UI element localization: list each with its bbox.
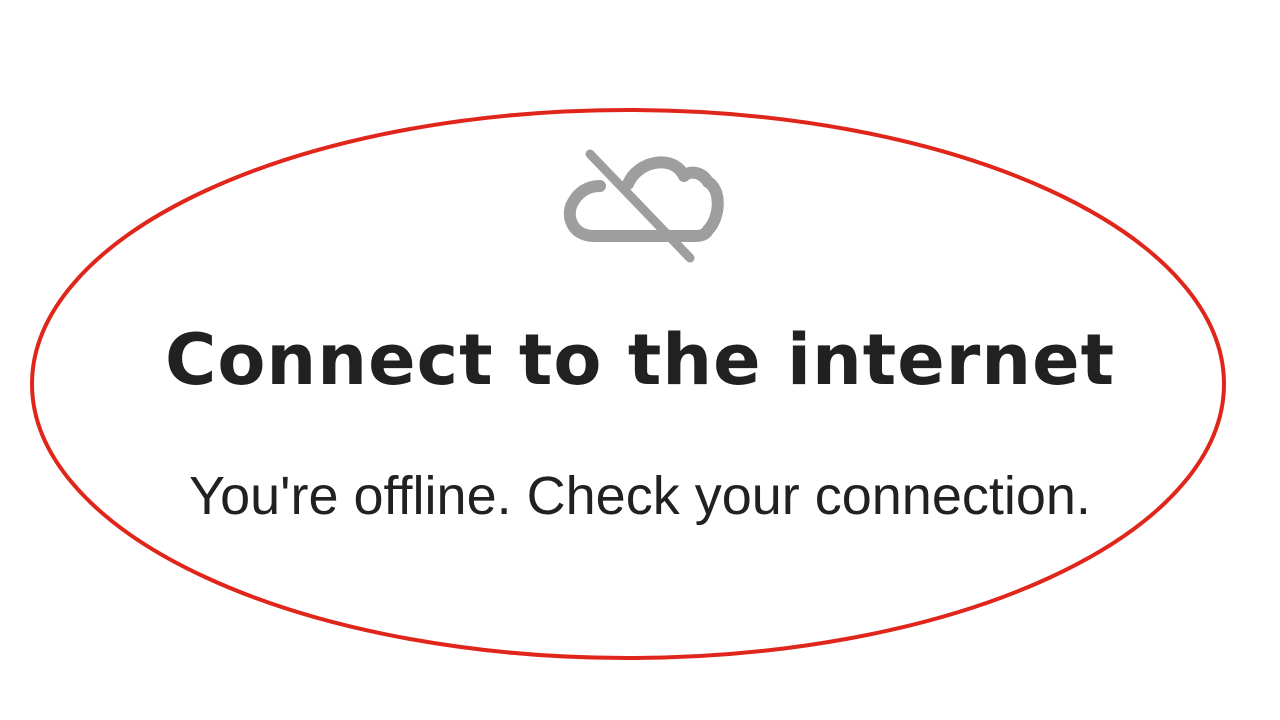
cloud-off-icon bbox=[563, 149, 724, 263]
offline-title: Connect to the internet bbox=[164, 319, 1116, 401]
offline-message: You're offline. Check your connection. bbox=[189, 466, 1091, 526]
offline-screen: Connect to the internet You're offline. … bbox=[0, 0, 1280, 720]
